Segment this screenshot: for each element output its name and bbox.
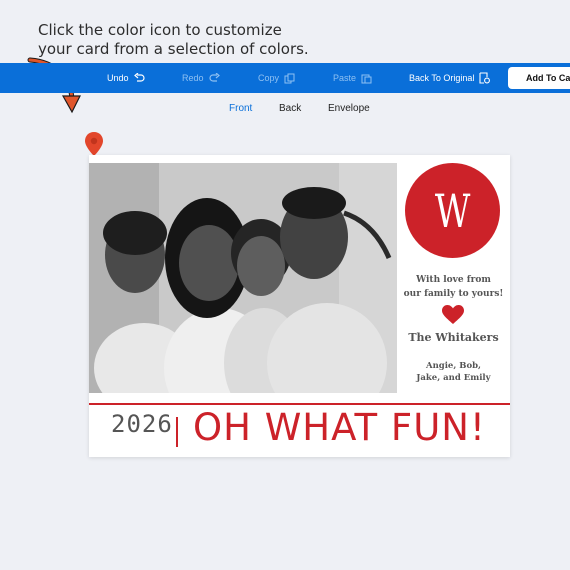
names-line-1: Angie, Bob,	[425, 361, 482, 371]
message-line-2: our family to yours!	[403, 289, 504, 299]
tab-front[interactable]: Front	[229, 103, 252, 114]
names-line-2: Jake, and Emily	[416, 373, 491, 383]
copy-label: Copy	[258, 73, 280, 83]
card-year[interactable]: 2026	[111, 410, 173, 438]
card-headline[interactable]: OH WHAT FUN!	[193, 406, 486, 449]
monogram-letter: W	[434, 183, 471, 238]
redo-button[interactable]: Redo	[182, 63, 220, 93]
copy-button[interactable]: Copy	[258, 63, 295, 93]
undo-icon	[133, 73, 145, 82]
accent-rule	[89, 403, 510, 405]
back-to-original-label: Back To Original	[409, 73, 475, 83]
tutorial-hint: Click the color icon to customize your c…	[38, 21, 358, 59]
redo-label: Redo	[182, 73, 204, 83]
year-divider	[176, 417, 178, 447]
undo-label: Undo	[107, 73, 129, 83]
family-name[interactable]: The Whitakers	[397, 331, 510, 344]
copy-icon	[284, 73, 295, 83]
paste-label: Paste	[333, 73, 357, 83]
redo-icon	[208, 73, 220, 82]
color-pin-icon[interactable]	[84, 131, 104, 157]
restore-icon	[479, 72, 491, 84]
back-to-original-button[interactable]: Back To Original	[409, 63, 491, 93]
add-to-cart-label: Add To Ca	[526, 73, 570, 83]
editor-toolbar: Undo Redo Copy Paste Back To Original Ad…	[0, 63, 570, 93]
tab-envelope[interactable]: Envelope	[328, 103, 370, 114]
family-photo-illustration	[89, 163, 397, 393]
hint-line-1: Click the color icon to customize	[38, 21, 282, 39]
paste-icon	[361, 74, 372, 83]
paste-button[interactable]: Paste	[333, 63, 372, 93]
add-to-cart-button[interactable]: Add To Ca	[508, 67, 570, 89]
heart-icon	[442, 305, 464, 324]
member-names[interactable]: Angie, Bob, Jake, and Emily	[397, 360, 510, 384]
hint-line-2: your card from a selection of colors.	[38, 40, 309, 58]
family-photo[interactable]	[89, 163, 397, 393]
card-front-preview[interactable]: W With love from our family to yours! Th…	[89, 155, 510, 457]
message-line-1: With love from	[416, 275, 491, 285]
tab-back[interactable]: Back	[279, 103, 301, 114]
card-message[interactable]: With love from our family to yours!	[397, 273, 510, 301]
monogram-badge[interactable]: W	[405, 163, 500, 258]
undo-button[interactable]: Undo	[107, 63, 145, 93]
